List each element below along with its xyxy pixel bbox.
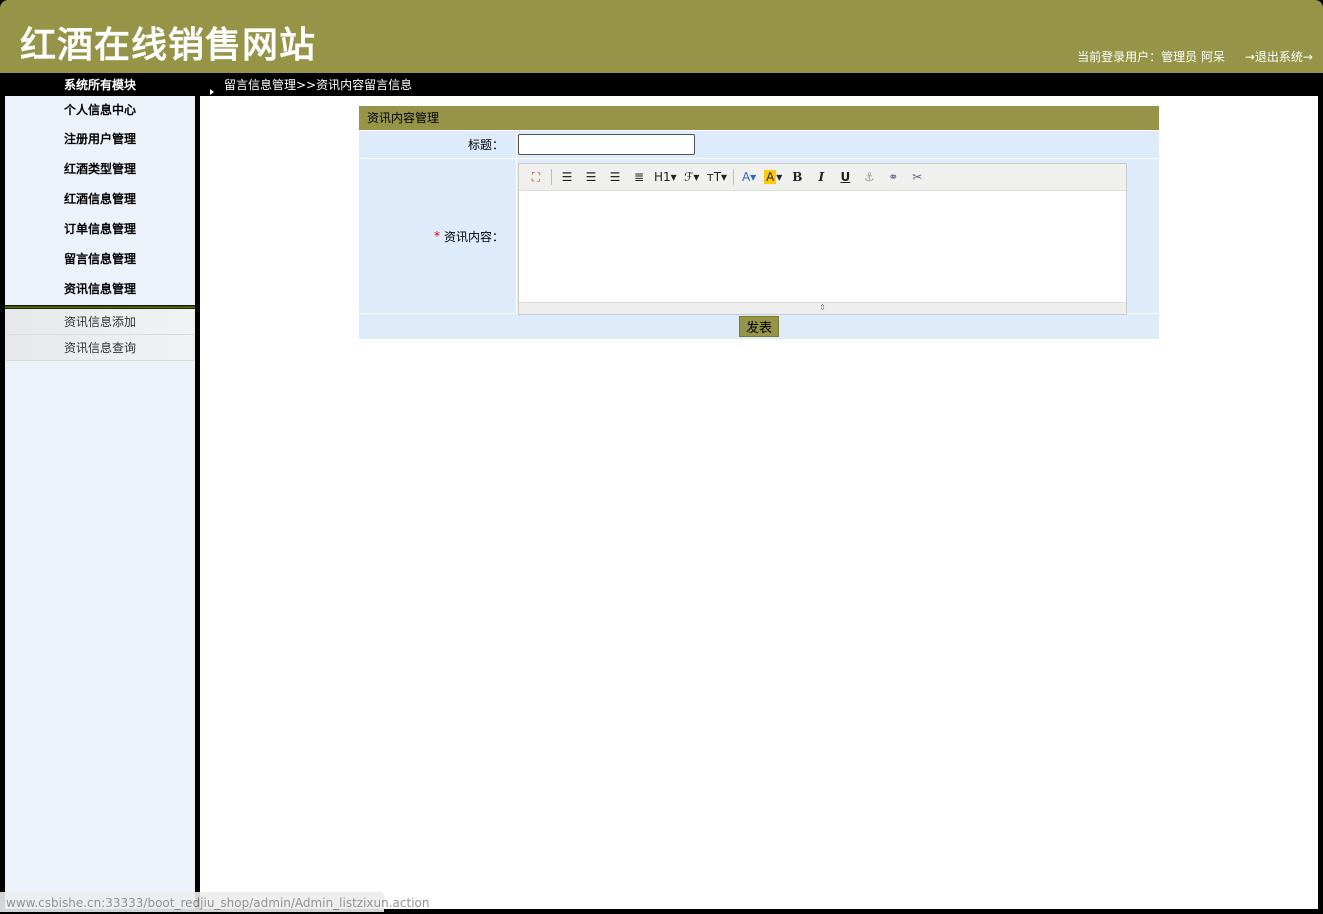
heading-button[interactable]: H1▾ <box>654 168 677 186</box>
link-icon[interactable]: ⚭ <box>884 168 902 186</box>
sidebar-item-profile[interactable]: 个人信息中心 <box>5 96 195 125</box>
font-size-button[interactable]: тT▾ <box>707 168 727 186</box>
bold-button[interactable]: B <box>788 168 806 186</box>
unlink-icon[interactable]: ✂ <box>908 168 926 186</box>
breadcrumb-text: 留言信息管理>>资讯内容留言信息 <box>224 78 413 92</box>
main-content: 资讯内容管理 标题： * 资讯内容： ⛶ ☰ ☰ ☰ ≣ H1▾ ℱ▾ тT▾ A… <box>200 96 1318 909</box>
editor-content-area[interactable] <box>519 191 1126 302</box>
editor-toolbar: ⛶ ☰ ☰ ☰ ≣ H1▾ ℱ▾ тT▾ A▾ A ▾ B I U ⚓ ⚭ ✂ <box>519 164 1126 191</box>
sidebar-item-wines[interactable]: 红酒信息管理 <box>5 185 195 215</box>
resize-handle-icon[interactable]: ⇕ <box>519 302 1126 314</box>
breadcrumb: 留言信息管理>>资讯内容留言信息 <box>210 76 412 95</box>
align-right-icon[interactable]: ☰ <box>606 168 624 186</box>
status-bar-url: www.csbishe.cn:33333/boot_redjiu_shop/ad… <box>0 892 430 912</box>
required-mark: * <box>433 229 440 243</box>
current-user: 当前登录用户：管理员 阿呆 <box>1077 50 1225 64</box>
news-form: 资讯内容管理 标题： * 资讯内容： ⛶ ☰ ☰ ☰ ≣ H1▾ ℱ▾ тT▾ A… <box>359 106 1159 339</box>
nav-bar: 系统所有模块 留言信息管理>>资讯内容留言信息 <box>0 73 1323 95</box>
rich-text-editor: ⛶ ☰ ☰ ☰ ≣ H1▾ ℱ▾ тT▾ A▾ A ▾ B I U ⚓ ⚭ ✂ ⇕ <box>518 163 1127 315</box>
form-heading: 资讯内容管理 <box>359 106 1159 130</box>
sidebar-subitem-news-query[interactable]: 资讯信息查询 <box>5 335 195 361</box>
sidebar-item-news[interactable]: 资讯信息管理 <box>5 275 195 305</box>
align-justify-icon[interactable]: ≣ <box>630 168 648 186</box>
sidebar-subitem-news-add[interactable]: 资讯信息添加 <box>5 309 195 335</box>
sidebar-item-messages[interactable]: 留言信息管理 <box>5 245 195 275</box>
title-label: 标题： <box>359 131 517 158</box>
align-left-icon[interactable]: ☰ <box>558 168 576 186</box>
align-center-icon[interactable]: ☰ <box>582 168 600 186</box>
module-title: 系统所有模块 <box>63 78 136 92</box>
underline-button[interactable]: U <box>836 168 854 186</box>
fullscreen-icon[interactable]: ⛶ <box>527 168 545 186</box>
publish-button[interactable]: 发表 <box>738 316 779 337</box>
header: 红酒在线销售网站 当前登录用户：管理员 阿呆 →退出系统→ <box>0 0 1323 73</box>
font-color-button[interactable]: A▾ <box>740 168 758 186</box>
font-family-button[interactable]: ℱ▾ <box>683 168 701 186</box>
site-title: 红酒在线销售网站 <box>20 25 317 66</box>
background-color-button[interactable]: A ▾ <box>764 168 782 186</box>
triangle-icon <box>210 89 214 95</box>
italic-button[interactable]: I <box>812 168 830 186</box>
content-label: 资讯内容： <box>443 229 504 244</box>
title-input[interactable] <box>518 134 695 155</box>
sidebar-item-users[interactable]: 注册用户管理 <box>5 125 195 155</box>
sidebar: 个人信息中心 注册用户管理 红酒类型管理 红酒信息管理 订单信息管理 留言信息管… <box>5 96 195 909</box>
anchor-icon[interactable]: ⚓ <box>860 168 878 186</box>
logout-link[interactable]: →退出系统→ <box>1245 48 1313 65</box>
sidebar-item-orders[interactable]: 订单信息管理 <box>5 215 195 245</box>
sidebar-item-wine-types[interactable]: 红酒类型管理 <box>5 155 195 185</box>
